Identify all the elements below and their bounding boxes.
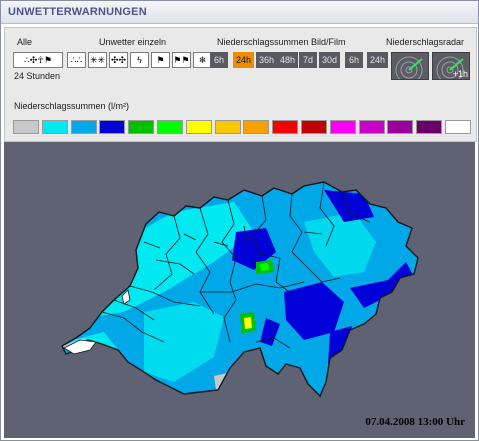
radar-current-button[interactable] [391, 52, 429, 80]
widget-title: UNWETTERWARNUNGEN [8, 6, 147, 18]
precip-image-7d-button[interactable]: 7d [299, 52, 317, 68]
legend-swatch [243, 120, 270, 134]
single-warning-button[interactable]: ϟ [130, 52, 149, 68]
radar-forecast-label: +1h [452, 69, 468, 79]
wind-flag-icon: ⚑ [156, 55, 165, 65]
legend-swatch [416, 120, 443, 134]
legend-label: Niederschlagssummen (l/m²) [14, 101, 130, 111]
legend-swatch [358, 120, 385, 134]
precip-radar-label: Niederschlagsradar [386, 37, 465, 47]
precip-map: 07.04.2008 13:00 Uhr [4, 142, 475, 438]
precip-image-6h-button[interactable]: 6h [210, 52, 228, 68]
map-datestamp: 07.04.2008 13:00 Uhr [365, 416, 465, 428]
hail-icon: ✣✣ [110, 55, 127, 65]
snow-icon: ✳✳ [89, 55, 106, 65]
single-warning-button[interactable]: ✣✣ [109, 52, 128, 68]
precip-film-24h-button[interactable]: 24h [367, 52, 388, 68]
precip-image-24h-button[interactable]: 24h [233, 52, 254, 68]
legend-swatch [445, 120, 471, 134]
legend-swatch [157, 120, 183, 134]
legend-swatch [214, 120, 241, 134]
legend-swatch [13, 120, 39, 134]
legend-swatch [185, 120, 212, 134]
legend-swatch [272, 120, 299, 134]
storm-flag-icon: ⚑⚑ [173, 55, 190, 65]
single-warning-button[interactable]: ✳✳ [88, 52, 107, 68]
precip-image-36h-button[interactable]: 36h [256, 52, 277, 68]
widget-header: UNWETTERWARNUNGEN [1, 1, 478, 24]
frost-icon: ❄ [198, 55, 207, 65]
rain-icon: ∴∴ [70, 55, 83, 65]
control-panel: Alle Unwetter einzeln Niederschlagssumme… [4, 27, 477, 142]
switzerland-precip-map [4, 142, 475, 438]
single-warning-button[interactable]: ⚑⚑ [172, 52, 191, 68]
precip-image-48h-button[interactable]: 48h [277, 52, 298, 68]
radar-icon [395, 56, 423, 79]
radar-forecast-button[interactable]: +1h [432, 52, 470, 80]
lightning-icon: ϟ [137, 55, 142, 65]
legend-swatch [301, 120, 327, 134]
precip-film-6h-button[interactable]: 6h [345, 52, 363, 68]
precip-image-30d-button[interactable]: 30d [319, 52, 340, 68]
legend-swatch [387, 120, 414, 134]
all-warnings-icon: ∴✣☥⚑ [23, 55, 53, 65]
warnings-widget: UNWETTERWARNUNGEN Alle Unwetter einzeln … [0, 0, 479, 441]
legend-swatch [41, 120, 68, 134]
precip-sum-label: Niederschlagssummen Bild/Film [217, 37, 346, 47]
legend-swatch [329, 120, 356, 134]
legend-swatch [70, 120, 97, 134]
single-warnings-label: Unwetter einzeln [99, 37, 167, 47]
time-range-label: 24 Stunden [14, 71, 61, 81]
single-warning-button[interactable]: ∴∴ [67, 52, 86, 68]
all-label: Alle [17, 37, 33, 47]
single-warning-button[interactable]: ⚑ [151, 52, 170, 68]
legend-swatch [128, 120, 155, 134]
legend-swatch [99, 120, 126, 134]
all-warnings-button[interactable]: ∴✣☥⚑ [13, 52, 63, 68]
